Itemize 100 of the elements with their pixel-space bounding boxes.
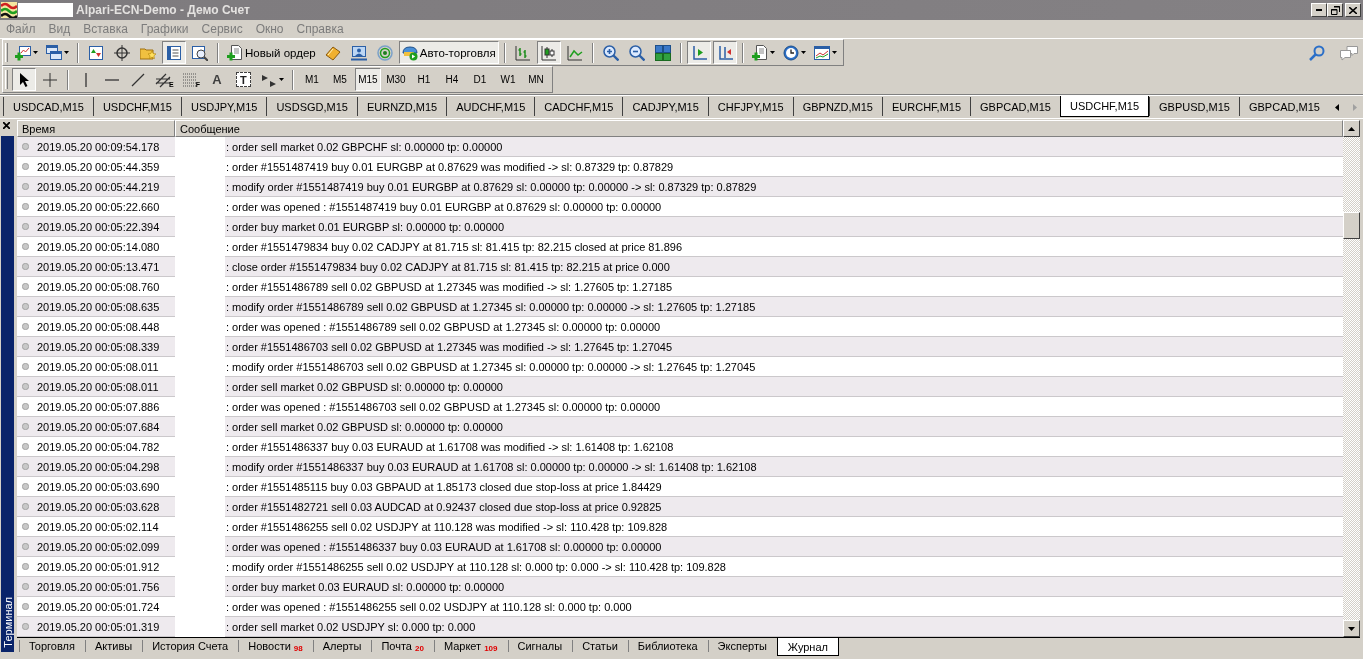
chart-tab[interactable]: GBPNZD,M15 [792, 97, 882, 116]
table-row[interactable]: 2019.05.20 00:05:02.114 : order #1551486255 sell 0.02 USDJPY at 110.128 was modified -> sl: 110.428 tp: 109.828 [17, 517, 1343, 537]
timeframe-button[interactable]: M30 [382, 68, 409, 91]
chart-tab[interactable]: EURNZD,M15 [356, 97, 447, 116]
crossed-lines-icon[interactable] [155, 71, 171, 88]
zoom-in-icon[interactable] [602, 44, 619, 61]
table-row[interactable]: 2019.05.20 00:05:08.760 : order #1551486789 sell 0.02 GBPUSD at 1.27345 was modified -> sl: 1.27605 tp: 1.27185 [17, 277, 1343, 297]
table-row[interactable]: 2019.05.20 00:05:08.339 : order #1551486703 sell 0.02 GBPUSD at 1.27345 was modified -> sl: 1.27645 tp: 1.27045 [17, 337, 1343, 357]
caret-left-icon[interactable] [1335, 104, 1339, 111]
column-header[interactable]: Время [17, 120, 175, 137]
window-person-icon[interactable] [350, 44, 367, 61]
caret-down-icon[interactable] [64, 51, 69, 54]
timeframe-button[interactable]: M15 [354, 68, 381, 91]
window-title: Alpari-ECN-Demo - Демо Счет [76, 3, 250, 17]
timeframe-button[interactable]: H4 [438, 68, 465, 91]
minimize-button[interactable] [1311, 3, 1327, 17]
table-row[interactable]: 2019.05.20 00:05:22.394 : order buy market 0.01 EURGBP sl: 0.00000 tp: 0.00000 [17, 217, 1343, 237]
dot-icon [22, 203, 29, 210]
new-order-button[interactable]: Новый ордер [224, 41, 319, 64]
signal-icon[interactable] [376, 44, 393, 61]
caret-down-icon[interactable] [278, 78, 284, 81]
scrollbar-thumb[interactable] [1343, 212, 1360, 239]
chart-tab[interactable]: CHFJPY,M15 [707, 97, 793, 116]
dot-icon [22, 303, 29, 310]
timeframe-button[interactable]: M5 [326, 68, 353, 91]
caret-down-icon[interactable] [831, 51, 837, 54]
table-row[interactable]: 2019.05.20 00:05:07.886 : order was opened : #1551486703 sell 0.02 GBPUSD at 1.27345 sl: 0.00000 tp: 0.00000 [17, 397, 1343, 417]
trend-line-icon[interactable] [130, 71, 146, 88]
blank-area [18, 3, 73, 17]
timeframe-button[interactable]: MN [522, 68, 549, 91]
timeframe-button[interactable]: H1 [410, 68, 437, 91]
table-row[interactable]: 2019.05.20 00:05:01.912 : modify order #1551486255 sell 0.02 USDJPY at 110.128 sl: 0.000 tp: 0.000 -> sl: 110.428 tp: 109.828 [17, 557, 1343, 577]
chat-bubbles-icon[interactable] [1339, 44, 1359, 61]
crosshair-icon[interactable] [114, 44, 130, 61]
timeframe-button[interactable]: D1 [466, 68, 493, 91]
caret-down-icon[interactable] [800, 51, 806, 54]
play-badge-icon[interactable] [401, 44, 418, 61]
zoom-out-icon[interactable] [628, 44, 645, 61]
caret-down-icon[interactable] [769, 51, 775, 54]
timestamp: 2019.05.20 00:05:02.114 [37, 520, 159, 533]
table-row[interactable]: 2019.05.20 00:05:08.635 : modify order #1551486789 sell 0.02 GBPUSD at 1.27345 sl: 0.00000 tp: 0.00000 -> sl: 1.27605 tp: 1.27185 [17, 297, 1343, 317]
document-plus-icon[interactable] [751, 44, 768, 61]
chart-tab[interactable]: CADJPY,M15 [622, 97, 708, 116]
table-row[interactable]: 2019.05.20 00:05:03.628 : order #1551482721 sell 0.03 AUDCAD at 0.92437 closed due stop-loss at price 0.92825 [17, 497, 1343, 517]
chart-tab[interactable]: CADCHF,M15 [534, 97, 623, 116]
dotted-lines-icon[interactable] [181, 71, 198, 88]
text-label-button[interactable]: T [235, 72, 251, 87]
scroll-down-button[interactable] [1343, 620, 1360, 637]
windows-icon[interactable] [46, 44, 62, 61]
table-row[interactable]: 2019.05.20 00:05:14.080 : order #1551479834 buy 0.02 CADJPY at 81.715 sl: 81.415 tp: 82.215 closed at price 81.896 [17, 237, 1343, 257]
window-magnifier-icon[interactable] [192, 44, 208, 61]
table-row[interactable]: 2019.05.20 00:05:01.724 : order was opened : #1551486255 sell 0.02 USDJPY at 110.128 sl: 0.000 tp: 0.000 [17, 597, 1343, 617]
chart-tab[interactable]: EURCHF,M15 [881, 97, 971, 116]
table-row[interactable]: 2019.05.20 00:05:02.099 : order was opened : #1551486337 buy 0.03 EURAUD at 1.61708 sl: 0.00000 tp: 0.00000 [17, 537, 1343, 557]
table-row[interactable]: 2019.05.20 00:05:01.756 : order buy market 0.03 EURAUD sl: 0.00000 tp: 0.00000 [17, 577, 1343, 597]
arrows-window-icon[interactable] [88, 44, 104, 61]
chart-tab[interactable]: USDCAD,M15 [3, 97, 93, 116]
timeframe-button[interactable]: W1 [494, 68, 521, 91]
timeframe-button[interactable]: M1 [298, 68, 325, 91]
tile-windows-icon[interactable] [654, 44, 671, 61]
text-tool-button[interactable]: A [204, 68, 229, 91]
table-row[interactable]: 2019.05.20 00:05:08.011 : order sell market 0.02 GBPUSD sl: 0.00000 tp: 0.00000 [17, 377, 1343, 397]
table-row[interactable]: 2019.05.20 00:05:44.219 : modify order #1551487419 buy 0.01 EURGBP at 0.87629 sl: 0.00000 tp: 0.00000 -> sl: 0.87329 tp: 0.87829 [17, 177, 1343, 197]
table-row[interactable]: 2019.05.20 00:05:08.448 : order was opened : #1551486789 sell 0.02 GBPUSD at 1.27345 sl: 0.00000 tp: 0.00000 [17, 317, 1343, 337]
table-row[interactable]: 2019.05.20 00:09:54.178 : order sell market 0.02 GBPCHF sl: 0.00000 tp: 0.00000 [17, 137, 1343, 157]
column-header[interactable]: Сообщение [175, 120, 1343, 137]
chart-tab[interactable]: AUDCHF,M15 [446, 97, 535, 116]
close-icon[interactable] [1349, 6, 1357, 14]
auto-trading-button[interactable]: Авто-торговля [398, 41, 499, 64]
close-button[interactable] [1345, 3, 1361, 17]
scroll-up-button[interactable] [1343, 120, 1360, 137]
caret-down-icon[interactable] [33, 51, 38, 54]
table-row[interactable]: 2019.05.20 00:05:01.319 : order sell market 0.02 USDJPY sl: 0.000 tp: 0.000 [17, 617, 1343, 637]
table-row[interactable]: 2019.05.20 00:05:22.660 : order was opened : #1551487419 buy 0.01 EURGBP at 0.87629 sl: 0.00000 tp: 0.00000 [17, 197, 1343, 217]
table-row[interactable]: 2019.05.20 00:05:13.471 : close order #1551479834 buy 0.02 CADJPY at 81.715 sl: 81.415 tp: 82.215 at price 0.000 [17, 257, 1343, 277]
chart-plus-icon[interactable] [15, 44, 31, 61]
chart-tab[interactable]: USDJPY,M15 [181, 97, 267, 116]
timestamp: 2019.05.20 00:05:08.011 [37, 360, 159, 373]
chart-window-icon[interactable] [813, 44, 830, 61]
chart-tab[interactable]: GBPCAD,M15 [1238, 97, 1329, 116]
table-row[interactable]: 2019.05.20 00:05:07.684 : order sell market 0.02 GBPUSD sl: 0.00000 tp: 0.00000 [17, 417, 1343, 437]
dot-icon [22, 483, 29, 490]
table-row[interactable]: 2019.05.20 00:05:08.011 : modify order #1551486703 sell 0.02 GBPUSD at 1.27345 sl: 0.00000 tp: 0.00000 -> sl: 1.27645 tp: 1.27045 [17, 357, 1343, 377]
document-plus-icon[interactable] [227, 44, 243, 61]
search-icon[interactable] [1309, 44, 1325, 61]
chart-tab[interactable]: GBPUSD,M15 [1149, 97, 1239, 116]
diamond-icon[interactable] [324, 44, 341, 61]
table-row[interactable]: 2019.05.20 00:05:04.782 : order #1551486337 buy 0.03 EURAUD at 1.61708 was modified -> sl: 1.61408 tp: 1.62108 [17, 437, 1343, 457]
table-row[interactable]: 2019.05.20 00:05:04.298 : modify order #1551486337 buy 0.03 EURAUD at 1.61708 sl: 0.00000 tp: 0.00000 -> sl: 1.61408 tp: 1.62108 [17, 457, 1343, 477]
clock-icon[interactable] [782, 44, 799, 61]
chart-tab[interactable]: USDCHF,M15 [92, 97, 181, 116]
chart-tab[interactable]: USDCHF,M15 [1059, 96, 1150, 117]
caret-up-icon[interactable] [1348, 126, 1355, 131]
dot-icon [22, 163, 29, 170]
panel-tab[interactable]: Журнал [776, 638, 839, 656]
table-row[interactable]: 2019.05.20 00:05:03.690 : order #1551485115 buy 0.03 GBPAUD at 1.85173 closed due stop-loss at price 1.84429 [17, 477, 1343, 497]
chart-tab[interactable]: USDSGD,M15 [266, 97, 357, 116]
caret-down-icon[interactable] [1348, 626, 1355, 631]
chart-tab[interactable]: GBPCAD,M15 [970, 97, 1060, 116]
table-row[interactable]: 2019.05.20 00:05:44.359 : order #1551487419 buy 0.01 EURGBP at 0.87629 was modified -> sl: 0.87329 tp: 0.87829 [17, 157, 1343, 177]
